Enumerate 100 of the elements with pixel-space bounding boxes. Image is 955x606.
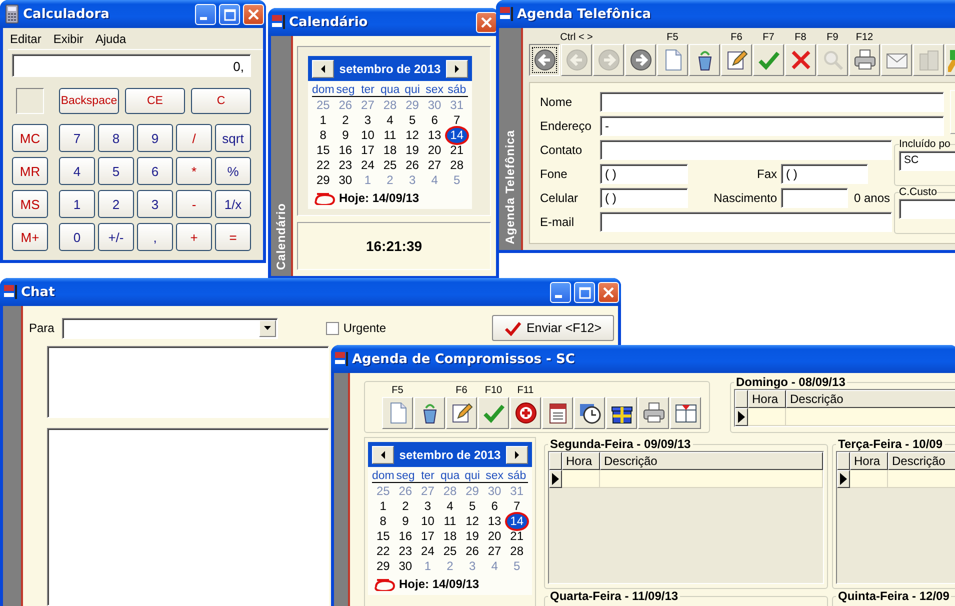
input-field[interactable] (600, 140, 892, 160)
calendar-day[interactable]: 4 (444, 499, 456, 514)
calculator-key[interactable]: M+ (12, 223, 48, 251)
calendar-day[interactable]: 30 (396, 559, 414, 574)
calendar-day[interactable]: 9 (400, 514, 411, 529)
calendar-day[interactable]: 28 (448, 158, 466, 173)
calculator-key[interactable]: MR (12, 157, 48, 185)
calendar-day[interactable]: 17 (419, 529, 436, 544)
maximize-button[interactable] (574, 282, 595, 302)
calculator-key[interactable]: +/- (98, 223, 134, 251)
input-field[interactable]: ( ) (781, 164, 868, 184)
menu-item[interactable]: Ajuda (95, 32, 126, 46)
grid-cell[interactable] (850, 470, 888, 488)
input-field[interactable]: ( ) (600, 188, 688, 208)
calculator-key[interactable]: , (137, 223, 173, 251)
calendar-day[interactable]: 24 (359, 158, 376, 173)
calendar-day[interactable]: 18 (381, 143, 399, 158)
calculator-key[interactable]: * (176, 157, 212, 185)
input-field[interactable]: SC (899, 151, 955, 171)
close-button[interactable] (476, 12, 497, 32)
calendar-day[interactable]: 6 (429, 113, 440, 128)
calculator-key[interactable]: 8 (98, 124, 134, 152)
calculator-key[interactable]: MC (12, 124, 48, 152)
calendar-day[interactable]: 25 (381, 158, 399, 173)
calculator-key[interactable]: / (176, 124, 212, 152)
calculator-key[interactable]: C (191, 88, 251, 114)
calendar-day[interactable]: 29 (374, 559, 392, 574)
calendar-day[interactable]: 1 (318, 113, 328, 128)
calendar-day[interactable]: 20 (486, 529, 504, 544)
calculator-key[interactable]: 9 (137, 124, 173, 152)
calendar-day[interactable]: 12 (464, 514, 481, 529)
calendar-day[interactable]: 15 (314, 143, 332, 158)
calculator-key[interactable]: MS (12, 190, 48, 218)
next-month-button[interactable] (506, 446, 528, 464)
calendar-day[interactable]: 3 (362, 113, 374, 128)
calculator-key[interactable]: + (176, 223, 212, 251)
calendar-day[interactable]: 23 (336, 158, 354, 173)
calendar-day[interactable]: 26 (404, 158, 421, 173)
calendar-day[interactable]: 10 (419, 514, 436, 529)
calculator-key[interactable]: % (215, 157, 251, 185)
calculator-key[interactable]: 0 (59, 223, 95, 251)
calendar-day[interactable]: 13 (486, 514, 504, 529)
calculator-key[interactable]: 1 (59, 190, 95, 218)
close-button[interactable] (243, 4, 264, 24)
calendar-day[interactable]: 22 (314, 158, 332, 173)
calendar-day[interactable]: 13 (426, 128, 444, 143)
previous-month-button[interactable] (372, 446, 394, 464)
calculator-key[interactable]: Backspace (59, 88, 119, 114)
calculator-key[interactable]: 1/x (215, 190, 251, 218)
grid-cell[interactable] (748, 408, 786, 426)
next-month-button[interactable] (446, 60, 468, 78)
calendar-day[interactable]: 5 (466, 499, 478, 514)
menu-item[interactable]: Editar (10, 32, 42, 46)
calendar-day[interactable]: 19 (404, 143, 421, 158)
calendar-day[interactable]: 22 (374, 544, 392, 559)
calendar-day[interactable]: 23 (396, 544, 414, 559)
calendar-day[interactable]: 18 (441, 529, 459, 544)
calendar-day[interactable]: 3 (422, 499, 434, 514)
calendar-day[interactable]: 27 (426, 158, 444, 173)
checkbox[interactable] (326, 322, 340, 334)
input-field[interactable] (600, 212, 892, 232)
calculator-key[interactable]: - (176, 190, 212, 218)
message-input[interactable] (47, 428, 329, 606)
calendar-day[interactable]: 26 (464, 544, 481, 559)
input-field[interactable] (600, 92, 944, 112)
calendar-day[interactable]: 10 (359, 128, 376, 143)
close-button[interactable] (598, 282, 619, 302)
calendar-day[interactable]: 16 (336, 143, 354, 158)
calendar-day[interactable]: 24 (419, 544, 436, 559)
calendar-day[interactable]: 21 (448, 143, 466, 158)
calendar-day[interactable]: 14 (447, 128, 467, 143)
calendar-day[interactable]: 29 (314, 173, 332, 188)
minimize-button[interactable] (195, 4, 216, 24)
recipient-dropdown[interactable] (62, 318, 278, 338)
calendar-day[interactable]: 11 (382, 128, 398, 143)
previous-month-button[interactable] (312, 60, 334, 78)
send-button[interactable]: Enviar <F12> (492, 315, 614, 341)
calendar-day[interactable]: 6 (489, 499, 500, 514)
calculator-key[interactable]: 5 (98, 157, 134, 185)
calendar-day[interactable]: 30 (336, 173, 354, 188)
grid-cell[interactable] (600, 470, 823, 488)
calculator-key[interactable]: CE (125, 88, 185, 114)
calendar-day[interactable]: 8 (318, 128, 328, 143)
calendar-day[interactable]: 27 (486, 544, 504, 559)
calendar-day[interactable]: 2 (400, 499, 411, 514)
calendar-day[interactable]: 7 (512, 499, 522, 514)
calendar-day[interactable]: 2 (340, 113, 351, 128)
calendar-day[interactable]: 25 (441, 544, 459, 559)
calendar-day[interactable]: 5 (406, 113, 418, 128)
menu-item[interactable]: Exibir (53, 32, 84, 46)
calendar-day[interactable]: 12 (404, 128, 421, 143)
calendar-day[interactable]: 14 (507, 514, 527, 529)
calendar-day[interactable]: 17 (359, 143, 376, 158)
calendar-day[interactable]: 11 (442, 514, 458, 529)
calendar-day[interactable]: 28 (508, 544, 526, 559)
grid-cell[interactable] (786, 408, 955, 426)
calendar-day[interactable]: 21 (508, 529, 526, 544)
calendar-day[interactable]: 9 (340, 128, 351, 143)
calendar-day[interactable]: 1 (378, 499, 388, 514)
calendar-day[interactable]: 7 (452, 113, 462, 128)
